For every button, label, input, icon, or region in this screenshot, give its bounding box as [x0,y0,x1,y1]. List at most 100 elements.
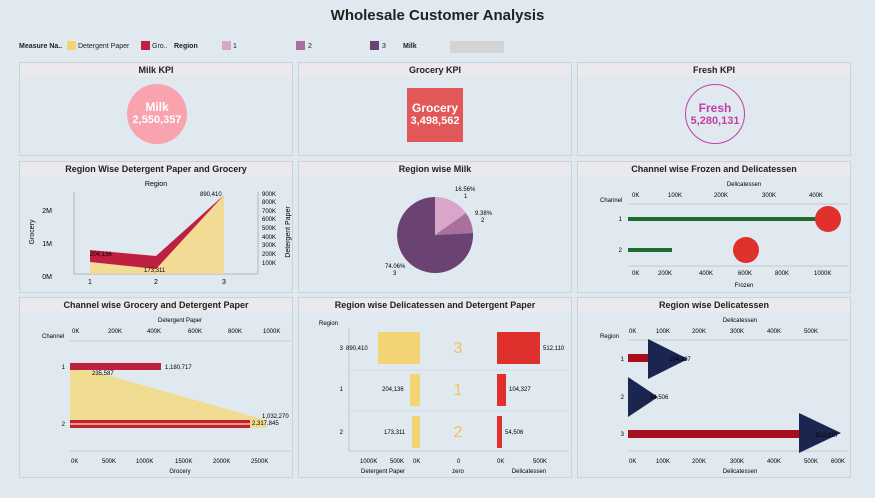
grocery-bar-channel-1[interactable] [70,363,161,370]
p7-detergent-area[interactable] [70,370,266,428]
p6-tick-bot: 400K [699,271,713,277]
p9-tick-bot: 500K [804,459,818,465]
region-deli-panel: Region wise Delicatessen Delicatessen 0K… [577,297,851,478]
det-label: 173,311 [384,430,406,436]
p7-tick-bot: 500K [102,459,116,465]
legend-region-label: Region [174,43,198,50]
p9-tick-bot: 200K [692,459,706,465]
legend-swatch-region-1[interactable] [222,41,231,50]
dashboard-title: Wholesale Customer Analysis [330,7,545,24]
det-bar-region-1[interactable] [410,374,420,406]
p4-ylabel: Grocery [29,219,36,244]
pie-label-2b: 2 [481,218,485,224]
deli-circle-channel-2[interactable] [733,237,759,263]
pie-label-1b: 1 [464,194,468,200]
p8-bottom-label: zero [452,469,464,475]
deli-label: 54,506 [505,430,524,436]
p7-axis-title: Channel [42,334,64,340]
pie-label-3: 74.06% [385,264,406,270]
legend-swatch-region-3[interactable] [370,41,379,50]
legend-swatch-region-2[interactable] [296,41,305,50]
p6-tick-bot: 200K [658,271,672,277]
legend-item-region-3[interactable]: 3 [382,43,386,50]
legend-item-region-2[interactable]: 2 [308,43,312,50]
p7-row-label: 2 [62,422,66,428]
p8-tick: 500K [390,459,404,465]
deli-label: 104,327 [509,387,531,393]
legend-item-detergent[interactable]: Detergent Paper [78,43,129,50]
p6-tick-bot: 600K [738,271,752,277]
deli-bar-region-2[interactable] [497,416,502,448]
p8-row-label: 1 [340,387,344,393]
p4-data-label: 173,311 [144,268,166,274]
legend-swatch-detergent[interactable] [67,41,76,50]
milk-size-legend[interactable] [450,41,504,53]
p9-row-label: 3 [621,432,625,438]
p9-tick-top: 300K [730,329,744,335]
legend-item-region-1[interactable]: 1 [233,43,237,50]
p4-y2tick: 600K [262,217,276,223]
p9-tick-top: 200K [692,329,706,335]
p7-tick-bot: 1500K [175,459,192,465]
p8-tick: 0 [457,459,461,465]
legend-item-grocery[interactable]: Gro.. [152,43,168,50]
deli-bar-region-3[interactable] [628,430,818,438]
channel-frozen-deli-chart: Delicatessen 0K 100K 200K 300K 400K Chan… [600,182,848,289]
p6-bottom-label: Frozen [735,283,754,289]
p4-y2tick: 500K [262,226,276,232]
det-bar-region-3[interactable] [378,332,420,364]
legend-swatch-grocery[interactable] [141,41,150,50]
pie-label-1: 16.56% [455,187,476,193]
p8-tick: 0K [497,459,504,465]
p6-row-label: 1 [619,217,623,223]
p7-detergent-line [70,423,250,425]
p7-bottom-label: Grocery [169,469,190,475]
p4-ytick: 0M [42,274,52,281]
p6-axis-title: Channel [600,198,622,204]
p7-data-label: 1,032,270 [262,414,289,420]
p7-tick-bot: 0K [71,459,78,465]
p4-y2tick: 800K [262,200,276,206]
region-deli-chart: Delicatessen 0K 100K 200K 300K 400K 500K… [600,318,848,475]
region-detergent-grocery-chart: Region Grocery Detergent Paper 2M 1M 0M … [29,181,292,286]
p6-top-label: Delicatessen [727,182,761,188]
p4-xtick: 2 [154,279,158,286]
p4-y2tick: 300K [262,243,276,249]
p8-row-label: 3 [340,346,344,352]
p4-ytick: 1M [42,241,52,248]
p8-axis-title: Region [319,321,338,327]
p9-top-label: Delicatessen [723,318,757,324]
pie-label-3b: 3 [393,271,397,277]
frozen-bar-channel-1[interactable] [628,217,823,221]
p4-xtick: 1 [88,279,92,286]
p9-row-label: 2 [621,395,625,401]
det-bar-region-2[interactable] [412,416,420,448]
p7-tick-top: 1000K [263,329,280,335]
channel-frozen-deli-panel: Channel wise Frozen and Delicatessen Del… [577,161,851,293]
p7-row-label: 1 [62,365,66,371]
p7-tick-bot: 2500K [251,459,268,465]
grocery-kpi-square[interactable]: Grocery 3,498,562 [407,88,463,142]
deli-bar-region-3[interactable] [497,332,540,364]
p9-tick-top: 0K [629,329,636,335]
p7-data-label: 2,317,845 [252,421,279,427]
p9-bottom-label: Delicatessen [723,469,757,475]
deli-circle-channel-1[interactable] [815,206,841,232]
p7-tick-bot: 2000K [213,459,230,465]
det-label: 204,136 [382,387,404,393]
p7-tick-bot: 1000K [136,459,153,465]
p6-tick-bot: 800K [775,271,789,277]
p4-y2tick: 400K [262,235,276,241]
legend-milk-label: Milk [403,43,417,50]
fresh-kpi-circle[interactable]: Fresh 5,280,131 [685,84,745,144]
milk-kpi-circle[interactable]: Milk 2,550,357 [127,84,187,144]
region-marker-2: 2 [454,424,463,441]
frozen-bar-channel-2[interactable] [628,248,672,252]
p9-row-label: 1 [621,357,625,363]
p7-tick-top: 200K [108,329,122,335]
deli-bar-region-1[interactable] [497,374,506,406]
p9-tick-bot: 300K [730,459,744,465]
p8-tick: 500K [533,459,547,465]
grocery-kpi-panel: Grocery KPI Grocery 3,498,562 [298,62,572,156]
p9-data-label: 54,506 [650,395,669,401]
